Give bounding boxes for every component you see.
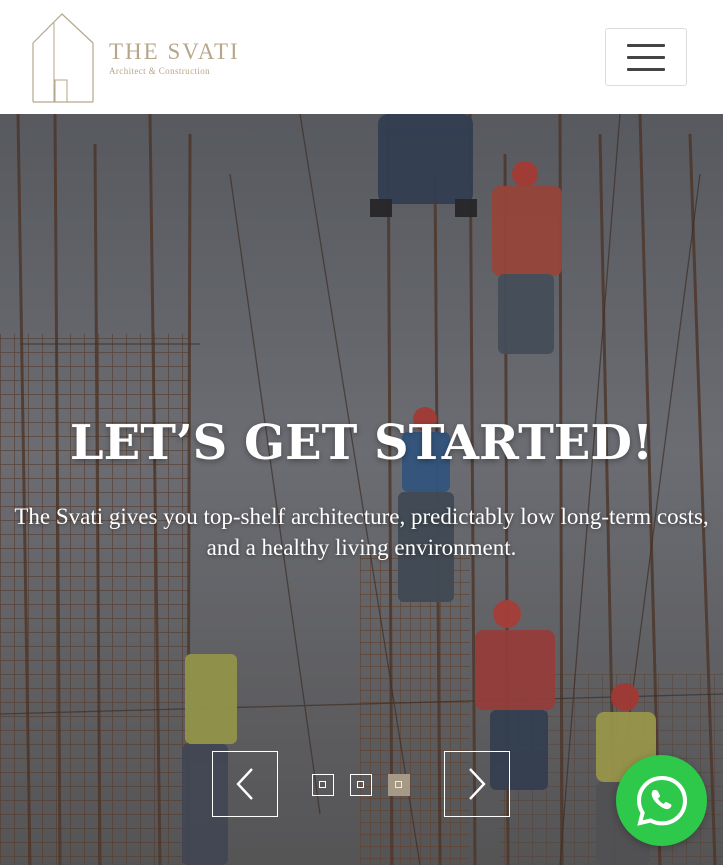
slider-dot-1[interactable] — [312, 774, 334, 796]
brand-name: THE SVATI — [109, 38, 240, 64]
hamburger-menu-icon — [627, 44, 665, 71]
brand-logo[interactable]: THE SVATI Architect & Construction — [32, 12, 262, 104]
chevron-right-icon — [469, 768, 486, 800]
whatsapp-icon — [636, 775, 687, 826]
chevron-left-icon — [236, 768, 253, 800]
slider-dot-2[interactable] — [350, 774, 372, 796]
hero-slider: LET’S GET STARTED! The Svati gives you t… — [0, 114, 723, 865]
hero-title: LET’S GET STARTED! — [69, 415, 654, 472]
house-logo-icon — [32, 13, 94, 103]
hero-subtitle: The Svati gives you top-shelf architectu… — [14, 504, 709, 560]
menu-toggle-button[interactable] — [605, 28, 687, 86]
hero-dark-overlay — [0, 114, 723, 865]
slider-prev-button[interactable] — [212, 751, 278, 817]
whatsapp-chat-button[interactable] — [616, 755, 707, 846]
slider-next-button[interactable] — [444, 751, 510, 817]
slider-dot-3-active[interactable] — [388, 774, 410, 796]
site-header: THE SVATI Architect & Construction — [0, 0, 723, 114]
brand-tagline: Architect & Construction — [109, 65, 211, 76]
brand-text: THE SVATI Architect & Construction — [109, 38, 240, 77]
slider-pagination — [312, 774, 422, 796]
